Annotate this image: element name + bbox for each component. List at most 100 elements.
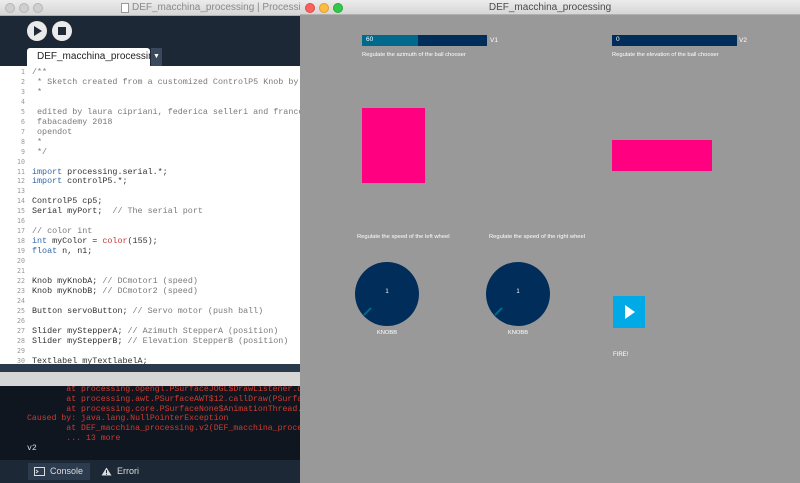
code-line: int myColor = color(155); <box>32 236 158 247</box>
fire-button[interactable] <box>613 296 645 328</box>
line-number: 26 <box>17 316 25 325</box>
code-line: float n, n1; <box>32 246 93 257</box>
line-number: 23 <box>17 286 25 295</box>
code-line: Knob myKnobB; // DCmotor2 (speed) <box>32 285 198 296</box>
code-line: * <box>32 136 43 147</box>
console-line: at processing.opengl.PSurfaceJOGL$DrawLi… <box>66 386 300 394</box>
console-line: at processing.core.PSurfaceNone$Animatio… <box>66 404 300 414</box>
left-wheel-knob-value: 1 <box>385 289 389 295</box>
code-line: import controlP5.*; <box>32 176 128 187</box>
minimize-window-button[interactable] <box>19 3 29 13</box>
processing-ide-window: DEF_macchina_processing | Processing 3 D… <box>0 0 300 483</box>
code-line: Button servoButton; // Servo motor (push… <box>32 305 264 316</box>
azimuth-slider-name: V1 <box>490 37 498 44</box>
line-number: 3 <box>21 87 25 96</box>
play-icon <box>34 26 42 36</box>
code-line: Serial myPort; // The serial port <box>32 206 203 217</box>
close-window-button[interactable] <box>5 3 15 13</box>
left-wheel-knob-label: KNOBB <box>376 330 398 336</box>
elevation-slider-name: V2 <box>739 37 747 44</box>
console-line: at DEF_macchina_processing.v2(DEF_macchi… <box>66 424 300 434</box>
tab-console[interactable]: Console <box>28 463 90 480</box>
right-wheel-knob[interactable]: 1 <box>486 262 550 326</box>
elevation-caption: Regulate the elevation of the ball choos… <box>612 52 719 58</box>
console-line: at processing.awt.PSurfaceAWT$12.callDra… <box>66 394 300 404</box>
line-number: 21 <box>17 267 25 275</box>
console-line: v2 <box>27 443 37 453</box>
line-number: 9 <box>21 147 25 156</box>
left-wheel-knob[interactable]: 1 <box>355 262 419 326</box>
code-line: Knob myKnobA; // DCmotor1 (speed) <box>32 275 198 286</box>
code-line: /** <box>32 67 48 77</box>
ide-titlebar: DEF_macchina_processing | Processing 3 <box>0 0 300 16</box>
code-line: Slider myStepperB; // Elevation StepperB… <box>32 335 289 346</box>
code-line: Textlabel myTextlabelA; <box>32 355 148 364</box>
elevation-slider[interactable]: 0 <box>612 35 737 46</box>
document-icon <box>121 3 129 13</box>
azimuth-slider-value: 60 <box>366 36 374 43</box>
line-number: 17 <box>17 227 25 236</box>
editor-status-bar <box>0 364 300 372</box>
play-icon <box>625 305 635 319</box>
line-number: 29 <box>17 346 25 355</box>
code-line: * Sketch created from a customized Contr… <box>37 76 299 87</box>
editor-tabbar: DEF_macchina_processing ▼ <box>0 46 300 66</box>
azimuth-slider[interactable]: 60 <box>362 35 487 46</box>
run-button[interactable] <box>27 21 47 41</box>
tab-errors[interactable]: Errori <box>95 463 151 480</box>
code-editor[interactable]: 1 2 3 4 5 6 7 8 9 10 11 12 13 14 15 16 17 18 19 20 21 22 23 24 2… <box>0 66 300 364</box>
line-number: 10 <box>17 157 25 166</box>
line-number: 6 <box>21 117 25 126</box>
stop-button[interactable] <box>52 21 72 41</box>
fire-label: FIRE! <box>613 352 629 358</box>
line-number: 8 <box>21 137 25 146</box>
ide-window-title: DEF_macchina_processing | Processing 3 <box>132 2 300 13</box>
tab-sketch[interactable]: DEF_macchina_processing <box>27 48 159 66</box>
code-line: */ <box>32 146 48 157</box>
line-number: 5 <box>21 107 25 116</box>
sketch-window-title: DEF_macchina_processing <box>488 2 612 13</box>
code-line: edited by laura cipriani, federica selle… <box>37 106 300 117</box>
code-line: Slider myStepperA; // Azimuth StepperA (… <box>32 325 279 336</box>
console-output: at processing.opengl.PSurfaceJOGL$DrawLi… <box>0 386 300 460</box>
line-number: 27 <box>17 326 25 335</box>
line-number: 16 <box>17 217 25 226</box>
code-line: import processing.serial.*; <box>32 166 168 177</box>
line-number: 7 <box>21 127 25 136</box>
line-number: 12 <box>17 177 25 186</box>
tab-errors-label: Errori <box>117 466 139 476</box>
elevation-indicator <box>612 140 712 171</box>
ide-toolbar <box>0 16 300 46</box>
sketch-window: DEF_macchina_processing 60 V1 Regulate t… <box>300 0 800 483</box>
line-number: 14 <box>17 197 25 206</box>
code-line: opendot <box>32 126 73 137</box>
right-wheel-knob-value: 1 <box>516 289 520 295</box>
panel-divider[interactable] <box>0 372 300 386</box>
line-number: 2 <box>21 77 25 86</box>
line-number: 19 <box>17 247 25 256</box>
console-line: Caused by: java.lang.NullPointerExceptio… <box>27 414 229 424</box>
line-number: 4 <box>21 97 25 106</box>
line-number: 11 <box>17 167 25 176</box>
console-icon <box>34 467 45 476</box>
warning-icon <box>101 467 112 476</box>
tab-menu-dropdown[interactable]: ▼ <box>151 48 162 66</box>
tab-console-label: Console <box>50 466 84 476</box>
azimuth-indicator <box>362 108 425 183</box>
line-number: 13 <box>17 187 25 196</box>
knob-indicator <box>494 307 503 316</box>
right-wheel-caption: Regulate the speed of the right wheel <box>489 234 586 240</box>
zoom-window-button[interactable] <box>33 3 43 13</box>
left-wheel-caption: Regulate the speed of the left wheel <box>357 234 450 240</box>
right-wheel-knob-label: KNOBB <box>507 330 529 336</box>
sketch-titlebar: DEF_macchina_processing <box>300 0 800 15</box>
line-number: 25 <box>17 306 25 315</box>
line-number: 22 <box>17 276 25 285</box>
code-line: // color int <box>32 226 93 237</box>
line-number: 15 <box>17 207 25 216</box>
line-number: 20 <box>17 257 25 266</box>
line-number: 18 <box>17 237 25 246</box>
code-line: ControlP5 cp5; <box>32 196 103 207</box>
line-number: 24 <box>17 296 25 305</box>
code-line: * <box>32 86 43 97</box>
